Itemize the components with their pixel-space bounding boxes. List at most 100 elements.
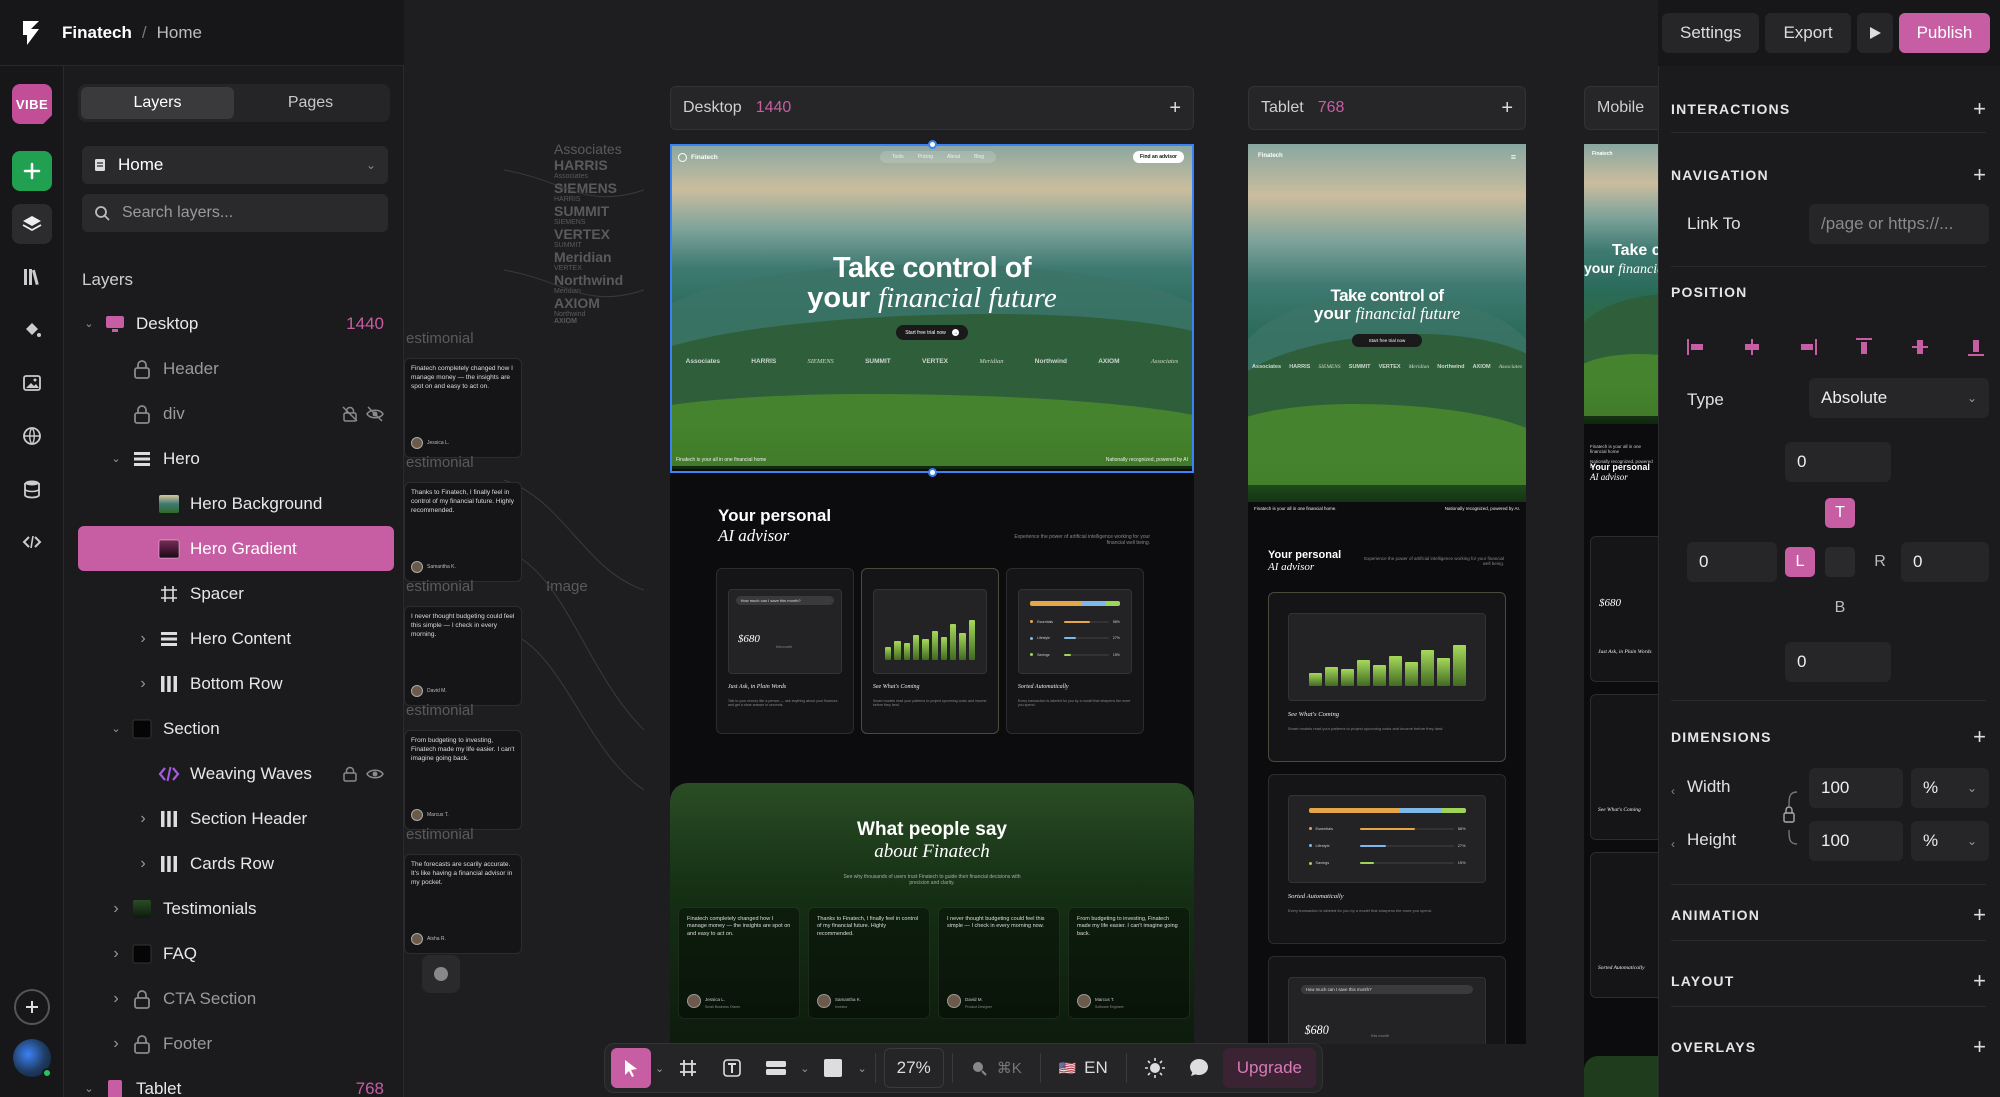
testimonial-card[interactable]: The forecasts are scarily accurate. It's… <box>404 854 522 954</box>
add-animation-plus-icon[interactable]: + <box>1973 902 1986 928</box>
layer-row-hero-content[interactable]: › Hero Content <box>78 616 394 661</box>
layer-row-section-header[interactable]: › Section Header <box>78 796 394 841</box>
add-dimension-plus-icon[interactable]: + <box>1973 724 1986 750</box>
link-to-input[interactable]: /page or https://... <box>1809 204 1989 244</box>
eye-icon[interactable] <box>366 766 384 782</box>
stack-tool-button[interactable] <box>756 1048 796 1088</box>
add-navigation-plus-icon[interactable]: + <box>1973 162 1986 188</box>
chevron-right-icon[interactable]: › <box>136 855 150 873</box>
layer-row-faq[interactable]: › FAQ <box>78 931 394 976</box>
align-center-h-icon[interactable] <box>1741 336 1763 358</box>
advisor-card[interactable]: Essentials 58% Lifestyle 27% Savings 15% Sorte… <box>1006 568 1144 734</box>
add-breakpoint-plus-icon[interactable]: + <box>1501 97 1513 120</box>
layer-row-testimonials[interactable]: › Testimonials <box>78 886 394 931</box>
layer-row-desktop[interactable]: ⌄ Desktop 1440 <box>78 301 394 346</box>
tablet-frame-header[interactable]: Tablet 768 + <box>1248 86 1526 130</box>
section-layout[interactable]: LAYOUT + <box>1671 968 1986 994</box>
desktop-frame-header[interactable]: Desktop 1440 + <box>670 86 1194 130</box>
chevron-left-icon[interactable]: ‹ <box>1671 784 1675 798</box>
breadcrumb-project[interactable]: Finatech <box>62 23 132 43</box>
testimonial-card[interactable]: Finatech completely changed how I manage… <box>678 907 800 1019</box>
align-left-icon[interactable] <box>1685 336 1707 358</box>
shape-tool-button[interactable] <box>813 1048 853 1088</box>
theme-toggle-button[interactable] <box>1135 1048 1175 1088</box>
align-center-v-icon[interactable] <box>1909 336 1931 358</box>
advisor-card[interactable]: Essentials 58% Lifestyle 27% Savings 15% Sorte… <box>1268 774 1506 944</box>
pin-center-box[interactable] <box>1825 547 1855 577</box>
app-logo-icon[interactable] <box>0 0 62 66</box>
site-brand[interactable]: Finatech <box>1258 153 1283 159</box>
chevron-down-icon[interactable]: ⌄ <box>800 1062 809 1075</box>
testimonial-card[interactable]: Thanks to Finatech, I finally feel in co… <box>808 907 930 1019</box>
aspect-lock-icon[interactable] <box>1783 790 1801 846</box>
height-input[interactable]: 100 <box>1809 821 1903 861</box>
advisor-card[interactable]: How much can I save this month? $680 this … <box>1268 956 1506 1044</box>
tab-layers[interactable]: Layers <box>81 87 234 119</box>
section-interactions[interactable]: INTERACTIONS + <box>1671 96 1986 122</box>
preview-button[interactable] <box>1856 13 1893 53</box>
position-right-input[interactable]: 0 <box>1901 542 1989 582</box>
layer-row-footer[interactable]: › Footer <box>78 1021 394 1066</box>
align-right-icon[interactable] <box>1797 336 1819 358</box>
testimonial-card[interactable]: Finatech completely changed how I manage… <box>404 358 522 458</box>
add-interaction-plus-icon[interactable]: + <box>1973 96 1986 122</box>
breadcrumb-page[interactable]: Home <box>157 23 202 43</box>
testimonial-card[interactable]: I never thought budgeting could feel thi… <box>404 606 522 706</box>
publish-button[interactable]: Publish <box>1898 13 1991 53</box>
upgrade-button[interactable]: Upgrade <box>1222 1048 1316 1088</box>
section-animation[interactable]: ANIMATION + <box>1671 902 1986 928</box>
chevron-down-icon[interactable]: ⌄ <box>109 722 123 735</box>
mobile-hero[interactable]: Finatech Take control of your financial … <box>1584 144 1658 424</box>
chevron-left-icon[interactable]: ‹ <box>1671 837 1675 851</box>
search-layers-input[interactable] <box>122 204 372 222</box>
layer-row-tablet[interactable]: ⌄ Tablet 768 <box>78 1066 394 1097</box>
position-top-input[interactable]: 0 <box>1785 442 1891 482</box>
comments-button[interactable] <box>1179 1048 1219 1088</box>
section-navigation[interactable]: NAVIGATION + <box>1671 162 1986 188</box>
width-unit-select[interactable]: % ⌄ <box>1911 768 1989 808</box>
add-layout-plus-icon[interactable]: + <box>1973 968 1986 994</box>
images-rail-button[interactable] <box>12 363 52 403</box>
mobile-frame[interactable]: Finatech Take control of your financial … <box>1584 144 1658 1097</box>
hero-cta-button[interactable]: Start free trial now <box>1352 334 1422 347</box>
page-select[interactable]: Home ⌄ <box>82 146 388 184</box>
chevron-right-icon[interactable]: › <box>136 630 150 648</box>
database-rail-button[interactable] <box>12 469 52 509</box>
position-type-select[interactable]: Absolute ⌄ <box>1809 378 1989 418</box>
layer-row-header[interactable]: Header <box>78 346 394 391</box>
text-tool-button[interactable] <box>712 1048 752 1088</box>
add-element-button[interactable] <box>12 151 52 191</box>
add-breakpoint-plus-icon[interactable]: + <box>1169 97 1181 120</box>
site-brand[interactable]: Finatech <box>1592 151 1613 157</box>
layers-rail-button[interactable] <box>12 204 52 244</box>
globe-rail-button[interactable] <box>12 416 52 456</box>
position-bottom-input[interactable]: 0 <box>1785 642 1891 682</box>
chevron-down-icon[interactable]: ⌄ <box>109 452 123 465</box>
chevron-down-icon[interactable]: ⌄ <box>857 1062 866 1075</box>
section-overlays[interactable]: OVERLAYS + <box>1671 1034 1986 1060</box>
chevron-right-icon[interactable]: › <box>136 675 150 693</box>
lock-icon[interactable] <box>342 766 358 782</box>
hamburger-menu-icon[interactable]: ≡ <box>1511 152 1516 162</box>
pin-right-toggle[interactable]: R <box>1865 547 1895 577</box>
section-position[interactable]: POSITION <box>1671 284 1986 300</box>
layer-row-div[interactable]: div <box>78 391 394 436</box>
width-input[interactable]: 100 <box>1809 768 1903 808</box>
layer-row-section[interactable]: ⌄ Section <box>78 706 394 751</box>
advisor-card[interactable]: Sorted Automatically <box>1590 852 1658 998</box>
chevron-right-icon[interactable]: › <box>109 990 123 1008</box>
advisor-card[interactable]: How much can I save this month? $680 this … <box>716 568 854 734</box>
add-overlay-plus-icon[interactable]: + <box>1973 1034 1986 1060</box>
advisor-card[interactable]: Just Ask, in Plain Words $680 <box>1590 536 1658 682</box>
layer-row-hero-background[interactable]: Hero Background <box>78 481 394 526</box>
layer-row-cta-section[interactable]: › CTA Section <box>78 976 394 1021</box>
code-rail-button[interactable] <box>12 522 52 562</box>
user-avatar[interactable] <box>13 1039 52 1078</box>
library-rail-button[interactable] <box>12 257 52 297</box>
chevron-right-icon[interactable]: › <box>109 900 123 918</box>
advisor-card[interactable]: See What's Coming Smart models read your … <box>861 568 999 734</box>
position-left-input[interactable]: 0 <box>1687 542 1777 582</box>
layer-row-hero-gradient[interactable]: Hero Gradient <box>78 526 394 571</box>
design-canvas[interactable]: Associates HARRIS Associates SIEMENS HARRIS S… <box>404 0 1658 1097</box>
record-button[interactable] <box>422 955 460 993</box>
